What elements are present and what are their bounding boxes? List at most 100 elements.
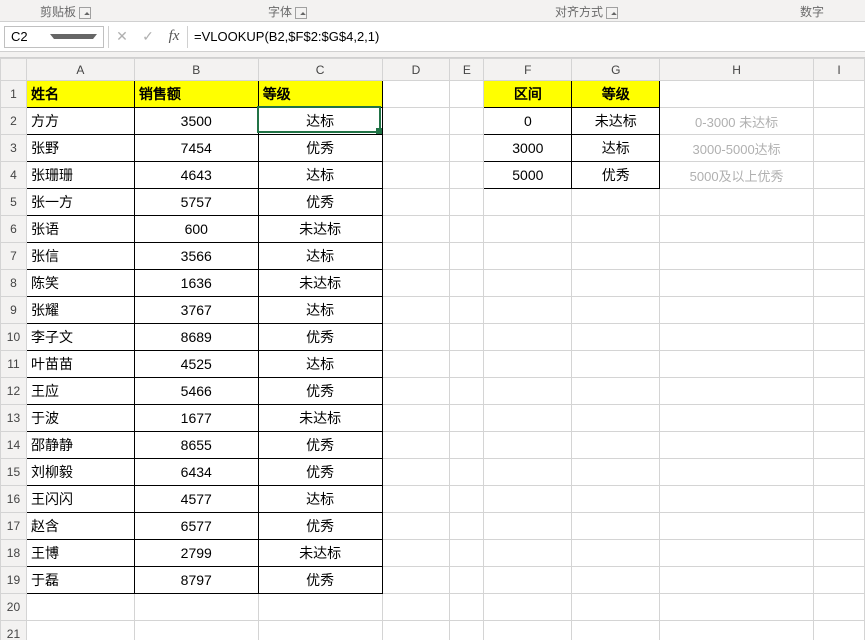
cell-E16[interactable]: [450, 486, 484, 513]
cell-H14[interactable]: [660, 432, 814, 459]
cell-F18[interactable]: [484, 540, 572, 567]
cell-G16[interactable]: [572, 486, 660, 513]
cell-E6[interactable]: [450, 216, 484, 243]
cell-F17[interactable]: [484, 513, 572, 540]
cell-G18[interactable]: [572, 540, 660, 567]
cell-A14[interactable]: 邵静静: [26, 432, 134, 459]
row-header-17[interactable]: 17: [1, 513, 27, 540]
cell-B15[interactable]: 6434: [134, 459, 258, 486]
cell-E17[interactable]: [450, 513, 484, 540]
cell-A12[interactable]: 王应: [26, 378, 134, 405]
cell-A7[interactable]: 张信: [26, 243, 134, 270]
cell-F1[interactable]: 区间: [484, 81, 572, 108]
cell-D12[interactable]: [382, 378, 450, 405]
cell-E3[interactable]: [450, 135, 484, 162]
cell-C11[interactable]: 达标: [258, 351, 382, 378]
cell-C12[interactable]: 优秀: [258, 378, 382, 405]
cell-C2[interactable]: 达标: [258, 108, 382, 135]
cell-D7[interactable]: [382, 243, 450, 270]
cell-F7[interactable]: [484, 243, 572, 270]
cell-C8[interactable]: 未达标: [258, 270, 382, 297]
cell-H12[interactable]: [660, 378, 814, 405]
row-header-11[interactable]: 11: [1, 351, 27, 378]
cell-H11[interactable]: [660, 351, 814, 378]
row-header-1[interactable]: 1: [1, 81, 27, 108]
cell-I8[interactable]: [814, 270, 865, 297]
cell-D20[interactable]: [382, 594, 450, 621]
cell-F4[interactable]: 5000: [484, 162, 572, 189]
cell-F12[interactable]: [484, 378, 572, 405]
cell-D14[interactable]: [382, 432, 450, 459]
cell-G11[interactable]: [572, 351, 660, 378]
cell-H19[interactable]: [660, 567, 814, 594]
cell-G17[interactable]: [572, 513, 660, 540]
cell-I11[interactable]: [814, 351, 865, 378]
cell-F8[interactable]: [484, 270, 572, 297]
cell-A9[interactable]: 张耀: [26, 297, 134, 324]
cell-G21[interactable]: [572, 621, 660, 640]
cell-F20[interactable]: [484, 594, 572, 621]
cell-H5[interactable]: [660, 189, 814, 216]
cell-C5[interactable]: 优秀: [258, 189, 382, 216]
cell-A2[interactable]: 方方: [26, 108, 134, 135]
cell-H10[interactable]: [660, 324, 814, 351]
cell-A20[interactable]: [26, 594, 134, 621]
cell-B9[interactable]: 3767: [134, 297, 258, 324]
cell-H20[interactable]: [660, 594, 814, 621]
cell-C10[interactable]: 优秀: [258, 324, 382, 351]
cell-D2[interactable]: [382, 108, 450, 135]
cell-G6[interactable]: [572, 216, 660, 243]
cell-F5[interactable]: [484, 189, 572, 216]
cell-G5[interactable]: [572, 189, 660, 216]
worksheet[interactable]: ABCDEFGHI1姓名销售额等级区间等级2方方3500达标0未达标0-3000…: [0, 52, 865, 640]
cell-E12[interactable]: [450, 378, 484, 405]
cell-I13[interactable]: [814, 405, 865, 432]
cell-D5[interactable]: [382, 189, 450, 216]
cell-B13[interactable]: 1677: [134, 405, 258, 432]
cell-E11[interactable]: [450, 351, 484, 378]
cell-E1[interactable]: [450, 81, 484, 108]
cell-E10[interactable]: [450, 324, 484, 351]
row-header-15[interactable]: 15: [1, 459, 27, 486]
cell-F19[interactable]: [484, 567, 572, 594]
cell-F21[interactable]: [484, 621, 572, 640]
cell-D21[interactable]: [382, 621, 450, 640]
cell-G3[interactable]: 达标: [572, 135, 660, 162]
cell-F9[interactable]: [484, 297, 572, 324]
cell-I21[interactable]: [814, 621, 865, 640]
cell-C1[interactable]: 等级: [258, 81, 382, 108]
cell-G8[interactable]: [572, 270, 660, 297]
cell-D1[interactable]: [382, 81, 450, 108]
cell-B16[interactable]: 4577: [134, 486, 258, 513]
cell-D9[interactable]: [382, 297, 450, 324]
cell-I7[interactable]: [814, 243, 865, 270]
row-header-8[interactable]: 8: [1, 270, 27, 297]
cell-F14[interactable]: [484, 432, 572, 459]
row-header-4[interactable]: 4: [1, 162, 27, 189]
row-header-16[interactable]: 16: [1, 486, 27, 513]
name-box[interactable]: C2: [4, 26, 104, 48]
dialog-launcher-icon[interactable]: [79, 7, 91, 19]
cell-I18[interactable]: [814, 540, 865, 567]
cell-H17[interactable]: [660, 513, 814, 540]
cell-A10[interactable]: 李子文: [26, 324, 134, 351]
cell-F16[interactable]: [484, 486, 572, 513]
cell-A15[interactable]: 刘柳毅: [26, 459, 134, 486]
cell-E14[interactable]: [450, 432, 484, 459]
cell-E20[interactable]: [450, 594, 484, 621]
cell-A1[interactable]: 姓名: [26, 81, 134, 108]
col-header-F[interactable]: F: [484, 59, 572, 81]
cell-G19[interactable]: [572, 567, 660, 594]
cell-D6[interactable]: [382, 216, 450, 243]
cell-B20[interactable]: [134, 594, 258, 621]
cell-C18[interactable]: 未达标: [258, 540, 382, 567]
row-header-2[interactable]: 2: [1, 108, 27, 135]
cell-G12[interactable]: [572, 378, 660, 405]
cell-H3[interactable]: 3000-5000达标: [660, 135, 814, 162]
cell-F2[interactable]: 0: [484, 108, 572, 135]
col-header-H[interactable]: H: [660, 59, 814, 81]
cell-C19[interactable]: 优秀: [258, 567, 382, 594]
cell-B7[interactable]: 3566: [134, 243, 258, 270]
cell-B5[interactable]: 5757: [134, 189, 258, 216]
row-header-5[interactable]: 5: [1, 189, 27, 216]
